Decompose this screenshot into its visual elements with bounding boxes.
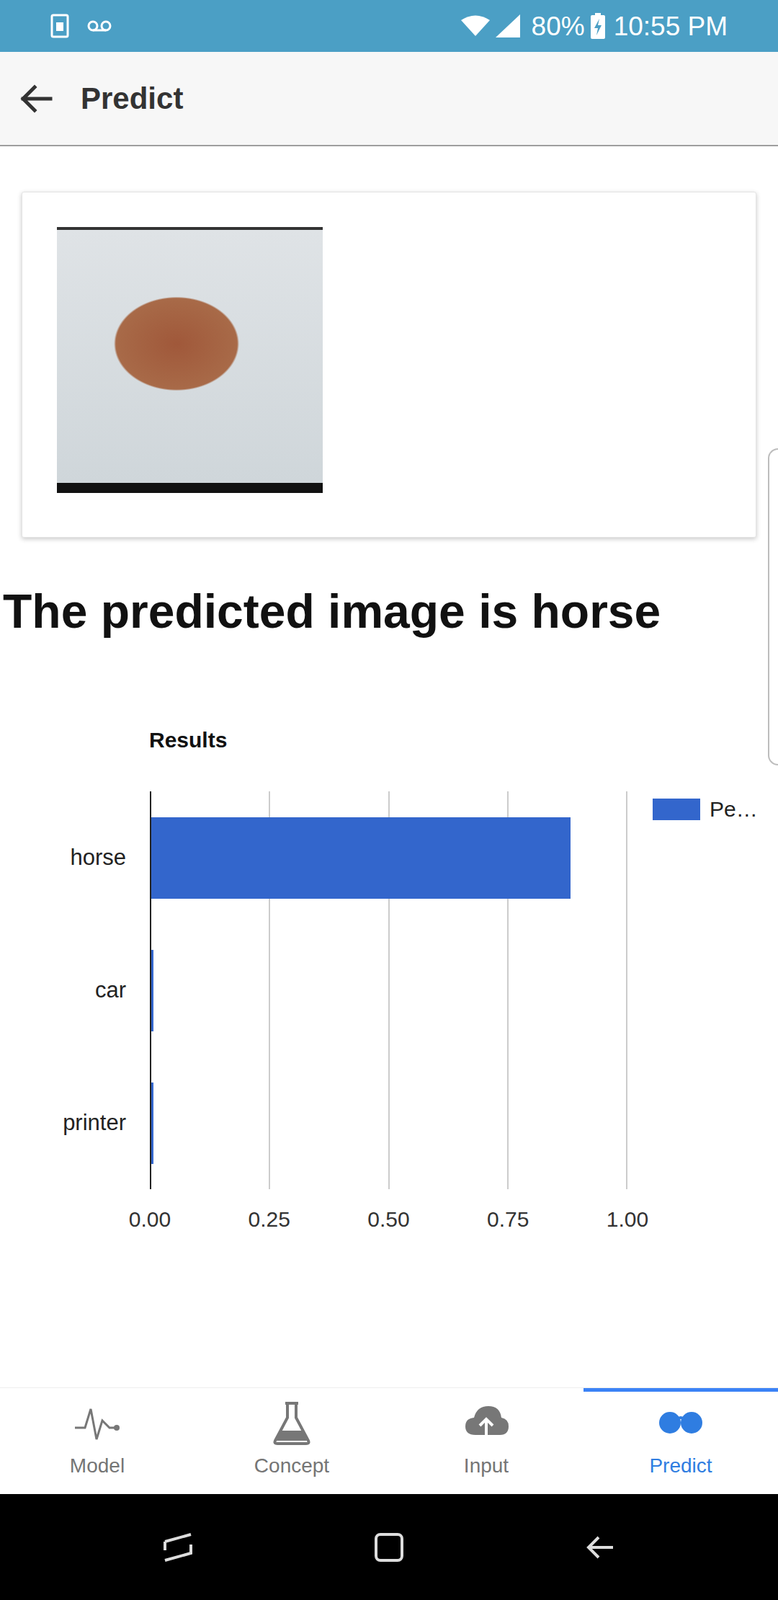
system-back-icon: [584, 1530, 616, 1563]
category-text: car: [95, 973, 127, 1008]
cloud-upload-icon: [462, 1398, 511, 1446]
nav-label: Input: [463, 1450, 509, 1481]
chart-body: horse car printer Pe…: [0, 790, 778, 1189]
bar-row: [151, 1056, 628, 1189]
system-button[interactable]: [494, 1530, 706, 1563]
status-bar: 80% 10:55 PM: [0, 0, 778, 52]
category-axis: horse car printer: [0, 790, 127, 1189]
legend: Pe…: [652, 792, 758, 825]
results-chart: Results horse car printer Pe… 0.00 0.25 0.50 0.7…: [0, 727, 778, 1232]
plot-area: [149, 790, 628, 1189]
category-text: horse: [69, 840, 127, 875]
flask-icon: [267, 1398, 316, 1446]
category-label: horse: [0, 790, 127, 924]
battery-level: 80%: [531, 12, 585, 40]
bar-row: [151, 790, 628, 924]
tick-label: 0.50: [367, 1202, 410, 1235]
nav-tab[interactable]: Input: [389, 1387, 584, 1494]
value-axis: 0.000.250.500.751.00: [149, 1202, 628, 1232]
content: The predicted image is horse Results horse…: [0, 146, 778, 1387]
bar[interactable]: [151, 1081, 154, 1164]
status-right: 80% 10:55 PM: [461, 12, 728, 40]
glasses-icon: [656, 1398, 705, 1446]
system-button[interactable]: [72, 1530, 284, 1563]
grid-line: [626, 790, 628, 1189]
tick-label: 0.00: [128, 1202, 171, 1235]
voicemail-icon: [86, 19, 113, 33]
category-text: printer: [62, 1105, 127, 1140]
legend-label: Pe…: [709, 792, 758, 825]
edge-handle[interactable]: [767, 448, 778, 766]
home-icon: [373, 1530, 405, 1563]
clock: 10:55 PM: [613, 12, 728, 40]
nav-label: Model: [69, 1450, 125, 1481]
nav-label: Predict: [649, 1450, 712, 1481]
nav-tab[interactable]: Concept: [194, 1387, 389, 1494]
app-bar: Predict: [0, 51, 778, 147]
tick-label: 0.25: [248, 1202, 291, 1235]
page-title: Predict: [80, 75, 183, 122]
category-label: car: [0, 923, 127, 1057]
battery-icon: [590, 12, 606, 39]
recent-apps-icon: [162, 1530, 194, 1563]
legend-swatch: [652, 798, 701, 820]
system-button[interactable]: [283, 1530, 495, 1563]
bar[interactable]: [151, 816, 571, 899]
category-label: printer: [0, 1056, 127, 1189]
tick-label: 0.75: [486, 1202, 529, 1235]
system-nav: [0, 1493, 778, 1600]
image-card: [21, 191, 757, 538]
sim-icon: [50, 13, 70, 39]
bottom-nav: Model Concept Input Predict: [0, 1386, 778, 1494]
chart-title: Results: [0, 727, 778, 753]
bar-row: [151, 923, 628, 1057]
input-photo: [56, 226, 323, 493]
status-left: [50, 13, 113, 39]
wifi-icon: [461, 15, 490, 37]
nav-tab[interactable]: Model: [0, 1387, 195, 1494]
nav-label: Concept: [254, 1450, 330, 1481]
signal-icon: [495, 14, 521, 38]
nav-tab[interactable]: Predict: [583, 1387, 778, 1494]
pulse-icon: [73, 1398, 122, 1446]
back-arrow-icon[interactable]: [18, 81, 54, 116]
tick-label: 1.00: [606, 1202, 649, 1235]
bar[interactable]: [151, 949, 154, 1031]
prediction-text: The predicted image is horse: [0, 582, 778, 640]
